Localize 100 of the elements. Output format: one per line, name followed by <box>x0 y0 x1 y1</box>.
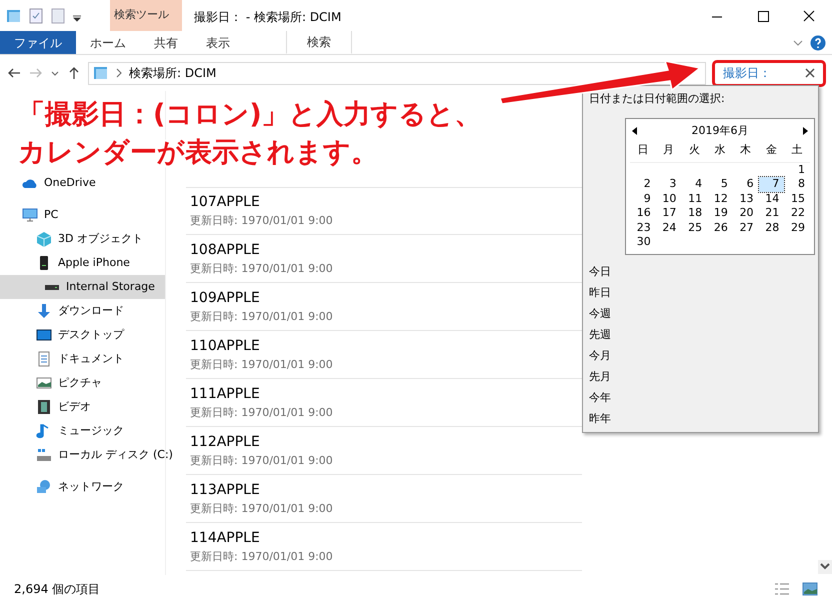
drive-icon <box>44 284 60 290</box>
annotation-text: カレンダーが表示されます。 <box>18 136 378 170</box>
calendar-day[interactable]: 25 <box>681 220 708 235</box>
sidebar-item-label: ローカル ディスク (C:) <box>58 446 173 463</box>
calendar-day[interactable]: 4 <box>681 177 708 192</box>
modified-date: 更新日時: 1970/01/01 9:00 <box>190 260 333 277</box>
modified-date: 更新日時: 1970/01/01 9:00 <box>190 548 333 565</box>
sidebar-item[interactable]: ミュージック <box>0 419 165 443</box>
calendar-day[interactable]: 14 <box>758 192 784 206</box>
file-name[interactable]: 111APPLE <box>190 384 333 405</box>
file-name[interactable]: 112APPLE <box>190 432 333 453</box>
weekday-label: 木 <box>732 139 759 162</box>
calendar-day[interactable]: 9 <box>630 192 656 206</box>
details-view-icon[interactable] <box>774 582 790 596</box>
ribbon-tab[interactable]: 共有 <box>140 31 192 54</box>
calendar-day[interactable]: 29 <box>784 220 810 235</box>
calendar-day[interactable]: 11 <box>681 192 708 206</box>
weekday-label: 土 <box>784 139 810 162</box>
calendar-day[interactable]: 26 <box>707 220 733 235</box>
calendar-day[interactable]: 20 <box>732 206 759 220</box>
sidebar-item[interactable]: Internal Storage <box>0 275 165 299</box>
previous-month-icon[interactable] <box>632 126 638 135</box>
file-name[interactable]: 109APPLE <box>190 288 333 309</box>
ribbon-tab[interactable]: ファイル <box>0 31 76 54</box>
window-title: 撮影日： - 検索場所: DCIM <box>193 9 342 26</box>
sidebar-item[interactable]: PC <box>0 203 165 227</box>
calendar-day[interactable]: 17 <box>656 206 682 220</box>
calendar-day[interactable]: 8 <box>784 177 810 192</box>
date-range-option[interactable]: 今月 <box>589 344 812 366</box>
file-name[interactable]: 108APPLE <box>190 240 333 261</box>
file-name[interactable]: 110APPLE <box>190 336 333 357</box>
search-field[interactable]: 撮影日： <box>723 64 793 82</box>
sidebar-item[interactable]: Apple iPhone <box>0 251 165 275</box>
file-name[interactable]: 107APPLE <box>190 192 333 214</box>
date-range-option[interactable]: 昨日 <box>589 282 812 302</box>
weekday-label: 水 <box>707 139 733 162</box>
calendar-day[interactable]: 22 <box>784 206 810 220</box>
checkmark-document-icon[interactable] <box>28 8 44 24</box>
large-icons-view-icon[interactable] <box>802 582 818 596</box>
calendar-day[interactable]: 28 <box>758 220 784 235</box>
sidebar-item[interactable]: ビデオ <box>0 395 165 419</box>
calendar-day[interactable]: 10 <box>656 192 682 206</box>
modified-date: 更新日時: 1970/01/01 9:00 <box>190 452 333 469</box>
calendar-day[interactable]: 16 <box>630 206 656 220</box>
help-icon[interactable] <box>810 34 826 50</box>
sidebar-item-label: PC <box>44 206 58 223</box>
calendar-day[interactable]: 19 <box>707 206 733 220</box>
calendar-day[interactable]: 3 <box>656 177 682 192</box>
calendar-day[interactable]: 15 <box>784 192 810 206</box>
date-range-option[interactable]: 先月 <box>589 366 812 386</box>
date-range-option[interactable]: 今年 <box>589 386 812 408</box>
calendar-day[interactable]: 5 <box>707 177 733 192</box>
calendar-day[interactable]: 21 <box>758 206 784 220</box>
sidebar-item-label: 3D オブジェクト <box>58 230 143 247</box>
calendar-day[interactable]: 7 <box>758 177 784 192</box>
document-icon <box>36 351 52 367</box>
picture-icon <box>36 375 52 391</box>
sidebar-item[interactable]: ドキュメント <box>0 347 165 371</box>
sidebar-item-label: デスクトップ <box>58 326 124 343</box>
calendar-day[interactable]: 12 <box>707 192 733 206</box>
popup-heading: 日付または日付範囲の選択: <box>589 91 726 107</box>
sidebar-item[interactable]: ピクチャ <box>0 371 165 395</box>
calendar-day[interactable]: 27 <box>732 220 759 235</box>
calendar-day[interactable]: 2 <box>630 177 656 192</box>
ribbon-tab[interactable]: 検索 <box>286 31 352 54</box>
modified-date: 更新日時: 1970/01/01 9:00 <box>190 308 333 325</box>
sidebar-item-label: ダウンロード <box>58 302 124 319</box>
weekday-label: 火 <box>681 139 708 162</box>
date-range-option[interactable]: 今日 <box>589 260 812 282</box>
down-arrow-icon <box>36 303 52 319</box>
calendar-day[interactable]: 23 <box>630 220 656 235</box>
close-icon[interactable] <box>805 68 815 78</box>
sidebar-item[interactable]: ダウンロード <box>0 299 165 323</box>
file-name[interactable]: 113APPLE <box>190 480 333 501</box>
date-range-option[interactable]: 先週 <box>589 324 812 344</box>
ribbon-tab[interactable]: 表示 <box>192 31 244 54</box>
sidebar-item-label: ピクチャ <box>58 374 102 391</box>
file-name[interactable]: 114APPLE <box>190 528 333 549</box>
calendar-day[interactable]: 18 <box>681 206 708 220</box>
hard-drive-icon <box>36 447 52 463</box>
ribbon-tab[interactable]: ホーム <box>76 31 140 54</box>
calendar-day[interactable]: 6 <box>732 177 759 192</box>
date-range-option[interactable]: 昨年 <box>589 408 812 428</box>
sidebar-item[interactable]: 3D オブジェクト <box>0 227 165 251</box>
calendar-day[interactable]: 30 <box>630 235 656 250</box>
sidebar-item[interactable]: デスクトップ <box>0 323 165 347</box>
sidebar-item[interactable]: OneDrive <box>0 171 165 195</box>
sidebar-item-label: ビデオ <box>58 398 91 415</box>
sidebar-item-label: OneDrive <box>44 174 96 191</box>
modified-date: 更新日時: 1970/01/01 9:00 <box>190 404 333 421</box>
modified-date: 更新日時: 1970/01/01 9:00 <box>190 500 333 517</box>
calendar-day[interactable]: 13 <box>732 192 759 206</box>
scroll-down-icon[interactable] <box>820 563 830 571</box>
date-range-option[interactable]: 今週 <box>589 302 812 324</box>
annotation-text: 「撮影日：(コロン)」と入力すると、 <box>18 98 482 132</box>
sidebar-item[interactable]: ネットワーク <box>0 475 165 499</box>
chevron-right-icon <box>115 68 123 78</box>
calendar-day[interactable]: 24 <box>656 220 682 235</box>
next-month-icon[interactable] <box>802 126 808 135</box>
calendar-day[interactable]: 1 <box>784 162 810 177</box>
